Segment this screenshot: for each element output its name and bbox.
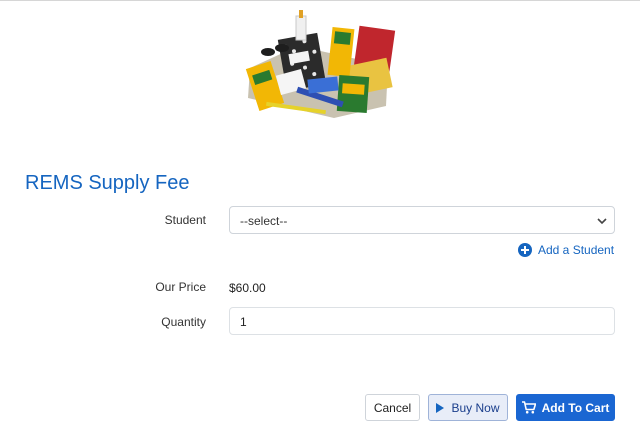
student-select[interactable]: --select-- [229,206,615,234]
price-value: $60.00 [229,281,266,295]
product-title: REMS Supply Fee [25,172,190,194]
play-icon [436,402,445,413]
quantity-label: Quantity [161,315,206,329]
cancel-button[interactable]: Cancel [365,394,420,421]
price-label: Our Price [155,280,206,294]
quantity-input[interactable]: 1 [229,307,615,335]
buy-now-button-label: Buy Now [451,400,500,415]
add-to-cart-button[interactable]: Add To Cart [516,394,615,421]
chevron-down-icon [597,218,607,225]
cart-icon [521,401,536,414]
cancel-button-label: Cancel [373,400,412,415]
buy-now-button[interactable]: Buy Now [428,394,508,421]
student-label: Student [164,213,206,227]
product-image [245,10,396,118]
plus-circle-icon [518,243,532,257]
add-student-link[interactable]: Add a Student [518,242,614,258]
student-select-value: --select-- [240,214,288,228]
add-student-label: Add a Student [538,243,615,257]
add-to-cart-button-label: Add To Cart [541,400,610,415]
top-divider [0,0,640,1]
